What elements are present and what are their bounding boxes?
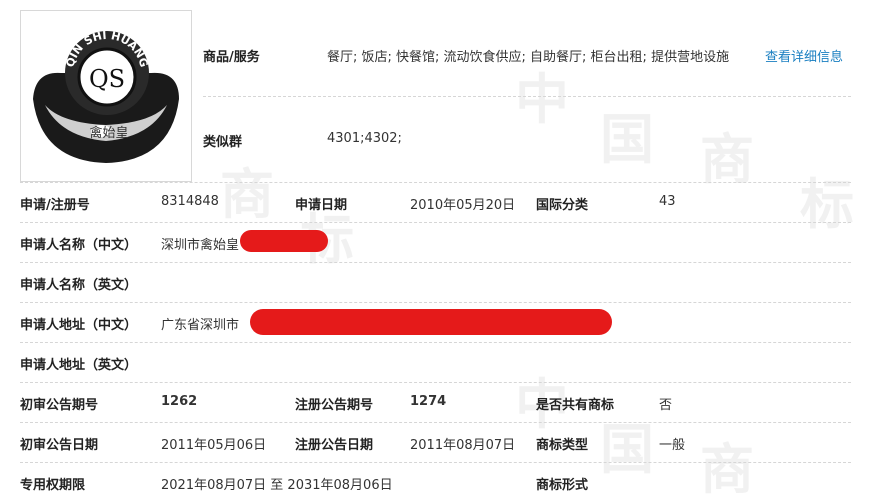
reg-pub-date-label: 注册公告日期	[295, 438, 374, 453]
row-divider	[20, 422, 851, 423]
apply-date-value: 2010年05月20日	[410, 198, 516, 213]
watermark: 国	[600, 108, 654, 171]
applicant-cn-label: 申请人名称（中文）	[20, 238, 138, 253]
row-divider	[20, 262, 851, 263]
reg-pub-no-label: 注册公告期号	[295, 398, 374, 413]
prelim-pub-date-value: 2011年05月06日	[161, 438, 267, 453]
exclusive-term-value: 2021年08月07日 至 2031年08月06日	[161, 478, 393, 493]
row-divider	[20, 182, 851, 183]
row-divider	[20, 462, 851, 463]
watermark: 商	[700, 438, 754, 501]
prelim-pub-date-label: 初审公告日期	[20, 438, 99, 453]
goods-label: 商品/服务	[203, 50, 260, 65]
address-cn-value: 广东省深圳市	[161, 318, 240, 333]
shared-mark-value: 否	[659, 398, 673, 413]
address-cn-label: 申请人地址（中文）	[20, 318, 138, 333]
prelim-pub-no-value: 1262	[161, 394, 198, 409]
goods-value: 餐厅; 饭店; 快餐馆; 流动饮食供应; 自助餐厅; 柜台出租; 提供营地设施	[327, 50, 730, 65]
watermark: 商	[220, 163, 274, 226]
reg-no-label: 申请/注册号	[20, 198, 90, 213]
logo-bottom-text: 禽始皇	[89, 125, 128, 141]
watermark: 中	[515, 68, 569, 131]
reg-pub-date-value: 2011年08月07日	[410, 438, 516, 453]
intl-class-label: 国际分类	[536, 198, 589, 213]
applicant-en-label: 申请人名称（英文）	[20, 278, 138, 293]
redaction-mark	[250, 309, 612, 335]
applicant-cn-value: 深圳市禽始皇	[161, 238, 240, 253]
mark-type-label: 商标类型	[536, 438, 589, 453]
row-divider	[20, 382, 851, 383]
exclusive-term-label: 专用权期限	[20, 478, 86, 493]
logo-center-text: QS	[89, 65, 125, 93]
row-divider	[20, 222, 851, 223]
redaction-mark	[240, 230, 328, 252]
mark-type-value: 一般	[659, 438, 686, 453]
watermark: 标	[800, 173, 854, 236]
similar-group-label: 类似群	[203, 135, 243, 150]
shared-mark-label: 是否共有商标	[536, 398, 615, 413]
similar-group-value: 4301;4302;	[327, 131, 402, 146]
reg-no-value: 8314848	[161, 194, 219, 209]
apply-date-label: 申请日期	[295, 198, 348, 213]
view-details-link[interactable]: 查看详细信息	[765, 46, 843, 65]
intl-class-value: 43	[659, 194, 676, 209]
row-divider	[203, 96, 851, 97]
row-divider	[20, 342, 851, 343]
watermark: 国	[600, 418, 654, 481]
address-en-label: 申请人地址（英文）	[20, 358, 138, 373]
prelim-pub-no-label: 初审公告期号	[20, 398, 99, 413]
trademark-image: QIN SHI HUANG QS 禽始皇	[20, 10, 192, 182]
reg-pub-no-value: 1274	[410, 394, 447, 409]
mark-form-label: 商标形式	[536, 478, 589, 493]
row-divider	[20, 302, 851, 303]
trademark-logo: QIN SHI HUANG QS 禽始皇	[33, 29, 179, 163]
